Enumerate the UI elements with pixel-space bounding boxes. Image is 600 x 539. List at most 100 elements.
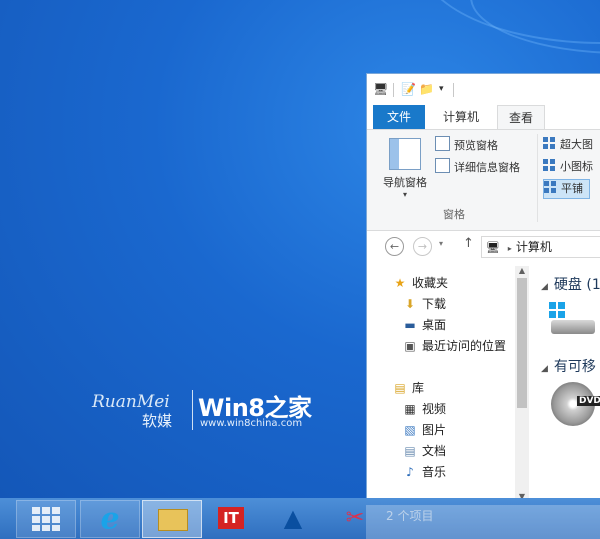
nav-item-videos[interactable]: ▦ 视频 bbox=[403, 400, 446, 418]
address-input[interactable]: 🖥 ▸ 计算机 bbox=[481, 236, 600, 258]
nav-item-music[interactable]: ♪ 音乐 bbox=[403, 463, 446, 481]
forward-button[interactable]: → bbox=[413, 237, 432, 256]
panes-group-label: 窗格 bbox=[443, 208, 465, 221]
windows-logo-icon bbox=[549, 302, 565, 318]
section-label: 有可移 bbox=[553, 359, 596, 375]
nav-item-desktop[interactable]: ▬ 桌面 bbox=[403, 316, 446, 334]
toolbar-divider bbox=[453, 83, 454, 97]
details-pane-button[interactable]: 详细信息窗格 bbox=[435, 158, 520, 176]
nav-item-downloads[interactable]: ⬇ 下载 bbox=[403, 295, 446, 313]
content-pane: ◢ 硬盘 (1 ◢ 有可移 DVD bbox=[533, 266, 600, 506]
taskbar-file-explorer[interactable] bbox=[142, 500, 202, 538]
tab-file[interactable]: 文件 bbox=[373, 105, 425, 129]
dvd-drive-icon[interactable]: DVD bbox=[551, 382, 600, 426]
section-label: 硬盘 (1 bbox=[553, 277, 600, 293]
new-folder-icon[interactable]: 📁 bbox=[419, 82, 434, 96]
star-icon: ★ bbox=[394, 276, 406, 290]
layout-tiles[interactable]: 平铺 bbox=[543, 179, 590, 199]
layout-extra-large-icons[interactable]: 超大图 bbox=[543, 136, 599, 154]
back-button[interactable]: ← bbox=[385, 237, 404, 256]
droplet-icon: ▲ bbox=[283, 504, 303, 532]
nav-label: 图片 bbox=[422, 423, 447, 437]
nav-label: 桌面 bbox=[422, 318, 447, 332]
layout-label: 小图标 bbox=[560, 160, 593, 173]
layout-label: 超大图 bbox=[560, 138, 593, 151]
taskbar-app-drop[interactable]: ▲ bbox=[264, 500, 322, 536]
tab-view[interactable]: 查看 bbox=[497, 105, 545, 130]
nav-item-favorites[interactable]: ★ 收藏夹 bbox=[393, 274, 448, 292]
address-bar: ← → ▾ ↑ 🖥 ▸ 计算机 bbox=[367, 231, 600, 261]
chevron-down-icon: ▾ bbox=[402, 190, 407, 199]
chevron-right-icon: ▸ bbox=[507, 244, 512, 253]
nav-item-pictures[interactable]: ▧ 图片 bbox=[403, 421, 446, 439]
section-removable[interactable]: ◢ 有可移 bbox=[541, 356, 596, 376]
toolbar-divider bbox=[393, 83, 394, 97]
folder-icon bbox=[158, 509, 188, 531]
nav-label: 视频 bbox=[422, 402, 447, 416]
details-pane-icon bbox=[435, 158, 450, 173]
grid-icon bbox=[543, 137, 556, 150]
computer-icon[interactable]: 🖥 bbox=[373, 82, 388, 96]
tool-icon: ✂ bbox=[345, 505, 365, 531]
nav-item-recent[interactable]: ▣ 最近访问的位置 bbox=[403, 337, 506, 355]
computer-icon: 🖥 bbox=[486, 241, 500, 254]
grid-icon bbox=[543, 159, 556, 172]
nav-pane-button[interactable]: 导航窗格 ▾ bbox=[379, 136, 431, 202]
music-icon: ♪ bbox=[406, 465, 414, 479]
hard-drive-body bbox=[551, 320, 595, 334]
ithome-icon: IT bbox=[218, 507, 244, 529]
scroll-up-icon[interactable]: ▲ bbox=[515, 266, 529, 276]
video-icon: ▦ bbox=[404, 402, 416, 416]
collapse-icon: ◢ bbox=[541, 282, 548, 292]
watermark-ruanmei: RuanMei bbox=[92, 392, 170, 412]
nav-label: 最近访问的位置 bbox=[422, 339, 507, 353]
internet-explorer-icon: e bbox=[100, 501, 120, 537]
watermark-url: www.win8china.com bbox=[200, 418, 303, 429]
nav-label: 库 bbox=[412, 381, 425, 395]
navigation-pane: ★ 收藏夹 ⬇ 下载 ▬ 桌面 ▣ 最近访问的位置 ▤ 库 ▦ 视频 ▧ 图片 ▤ 文档 ♪ 音乐… bbox=[367, 266, 531, 506]
item-count: 2 个项目 bbox=[386, 509, 434, 523]
nav-label: 收藏夹 bbox=[412, 276, 449, 290]
taskbar-start-screen[interactable] bbox=[16, 500, 76, 538]
details-pane-label: 详细信息窗格 bbox=[454, 161, 520, 174]
ribbon-divider bbox=[537, 134, 538, 222]
quick-access-toolbar: 🖥 📝 📁 ▾ bbox=[367, 74, 600, 104]
watermark-divider bbox=[192, 390, 193, 430]
nav-item-documents[interactable]: ▤ 文档 bbox=[403, 442, 446, 460]
tab-computer[interactable]: 计算机 bbox=[433, 105, 489, 129]
nav-pane-label: 导航窗格 bbox=[383, 176, 427, 189]
recent-locations-icon[interactable]: ▾ bbox=[439, 239, 443, 248]
up-button[interactable]: ↑ bbox=[463, 236, 474, 251]
ribbon-panel: 导航窗格 ▾ 预览窗格 详细信息窗格 窗格 超大图 小图标 平铺 bbox=[367, 129, 600, 231]
preview-pane-button[interactable]: 预览窗格 bbox=[435, 136, 498, 154]
ribbon-tabs: 文件 计算机 查看 bbox=[367, 105, 600, 130]
status-bar: 2 个项目 bbox=[366, 505, 600, 539]
nav-label: 文档 bbox=[422, 444, 447, 458]
tiles-icon bbox=[32, 507, 60, 531]
section-hard-drives[interactable]: ◢ 硬盘 (1 bbox=[541, 274, 600, 294]
nav-label: 音乐 bbox=[422, 465, 447, 479]
preview-pane-icon bbox=[435, 136, 450, 151]
local-disk-icon[interactable] bbox=[549, 302, 597, 336]
nav-item-libraries[interactable]: ▤ 库 bbox=[393, 379, 424, 397]
preview-pane-label: 预览窗格 bbox=[454, 139, 498, 152]
wallpaper-streak bbox=[470, 0, 600, 54]
desktop-icon: ▬ bbox=[404, 318, 416, 332]
scroll-thumb[interactable] bbox=[517, 278, 527, 408]
address-path: 计算机 bbox=[515, 240, 552, 254]
watermark-ruanmei-cn: 软媒 bbox=[142, 412, 173, 430]
nav-label: 下载 bbox=[422, 297, 447, 311]
layout-label: 平铺 bbox=[561, 182, 583, 195]
customize-dropdown-icon[interactable]: ▾ bbox=[439, 84, 444, 94]
recent-places-icon: ▣ bbox=[404, 339, 416, 353]
nav-scrollbar[interactable]: ▲ ▼ bbox=[515, 266, 529, 506]
layout-small-icons[interactable]: 小图标 bbox=[543, 158, 599, 176]
nav-pane-icon bbox=[389, 138, 421, 170]
taskbar-internet-explorer[interactable]: e bbox=[80, 500, 140, 538]
downloads-icon: ⬇ bbox=[404, 297, 416, 311]
library-icon: ▤ bbox=[394, 381, 406, 395]
taskbar-ithome[interactable]: IT bbox=[202, 500, 260, 536]
collapse-icon: ◢ bbox=[541, 364, 548, 374]
properties-icon[interactable]: 📝 bbox=[401, 82, 416, 96]
pictures-icon: ▧ bbox=[404, 423, 416, 437]
